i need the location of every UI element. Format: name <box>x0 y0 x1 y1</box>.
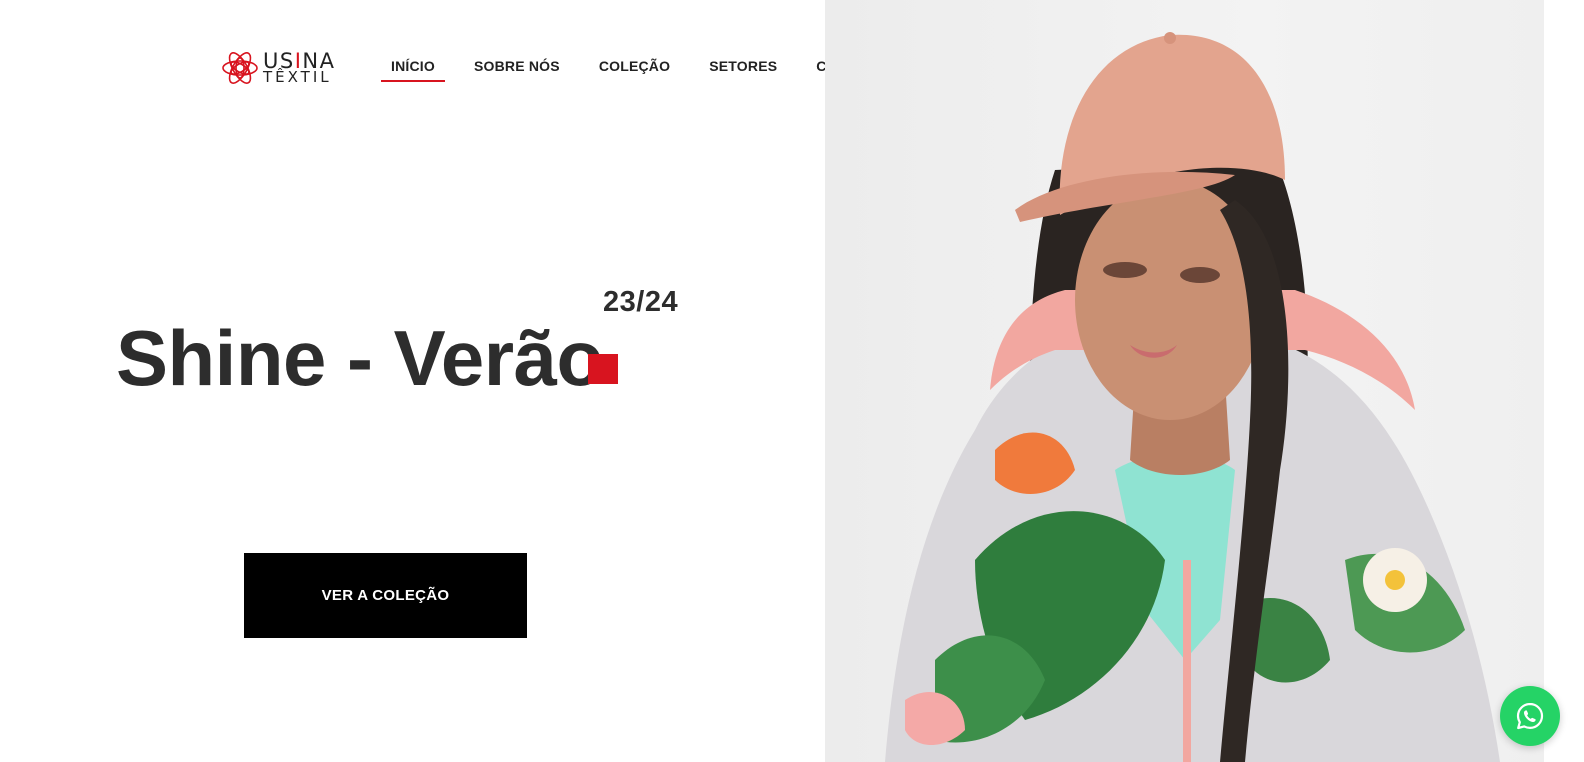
hero-title: Shine - Verão <box>116 314 604 402</box>
nav-item-setores[interactable]: SETORES <box>699 55 787 82</box>
view-collection-button[interactable]: VER A COLEÇÃO <box>244 553 527 638</box>
nav-item-colecao[interactable]: COLEÇÃO <box>589 55 680 82</box>
page: USINA TÊXTIL INÍCIO SOBRE NÓS COLEÇÃO SE… <box>0 0 1584 762</box>
nav-item-inicio[interactable]: INÍCIO <box>381 55 445 82</box>
logo-word-textil: TÊXTIL <box>263 68 332 86</box>
whatsapp-button[interactable] <box>1500 686 1560 746</box>
hero-accent-square <box>588 354 618 384</box>
hero-model-photo <box>825 0 1544 762</box>
nav-item-sobre-nos[interactable]: SOBRE NÓS <box>464 55 570 82</box>
logo-flower-icon <box>222 52 258 84</box>
logo[interactable]: USINA TÊXTIL <box>220 48 342 88</box>
whatsapp-icon <box>1516 702 1544 730</box>
hero-season: 23/24 <box>603 286 679 318</box>
model-photo-illustration <box>885 32 1500 762</box>
